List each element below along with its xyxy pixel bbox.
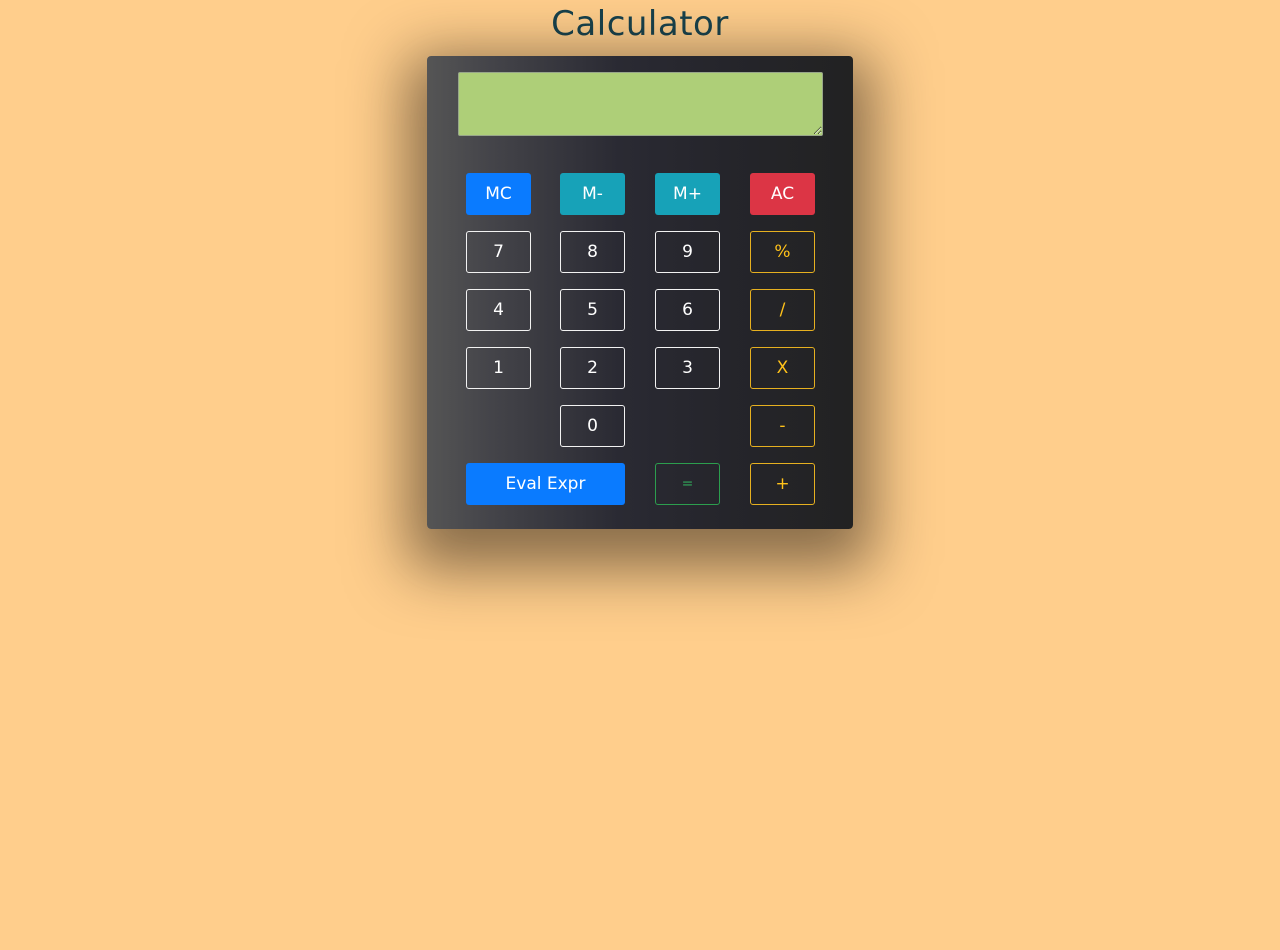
digit-3-button[interactable]: 3 [655, 347, 720, 389]
calculator-panel: MC M- M+ AC 7 8 9 % 4 5 6 / 1 2 3 X 0 - … [427, 56, 853, 529]
digit-5-button[interactable]: 5 [560, 289, 625, 331]
digit-8-button[interactable]: 8 [560, 231, 625, 273]
all-clear-button[interactable]: AC [750, 173, 815, 215]
digit-7-button[interactable]: 7 [466, 231, 531, 273]
equals-button[interactable]: = [655, 463, 720, 505]
digit-4-button[interactable]: 4 [466, 289, 531, 331]
digit-6-button[interactable]: 6 [655, 289, 720, 331]
page-title: Calculator [551, 4, 729, 44]
percent-button[interactable]: % [750, 231, 815, 273]
divide-button[interactable]: / [750, 289, 815, 331]
digit-9-button[interactable]: 9 [655, 231, 720, 273]
digit-2-button[interactable]: 2 [560, 347, 625, 389]
digit-0-button[interactable]: 0 [560, 405, 625, 447]
calculator-display[interactable] [458, 72, 823, 136]
add-button[interactable]: + [750, 463, 815, 505]
subtract-button[interactable]: - [750, 405, 815, 447]
memory-add-button[interactable]: M+ [655, 173, 720, 215]
digit-1-button[interactable]: 1 [466, 347, 531, 389]
multiply-button[interactable]: X [750, 347, 815, 389]
memory-clear-button[interactable]: MC [466, 173, 531, 215]
eval-expression-button[interactable]: Eval Expr [466, 463, 625, 505]
memory-subtract-button[interactable]: M- [560, 173, 625, 215]
